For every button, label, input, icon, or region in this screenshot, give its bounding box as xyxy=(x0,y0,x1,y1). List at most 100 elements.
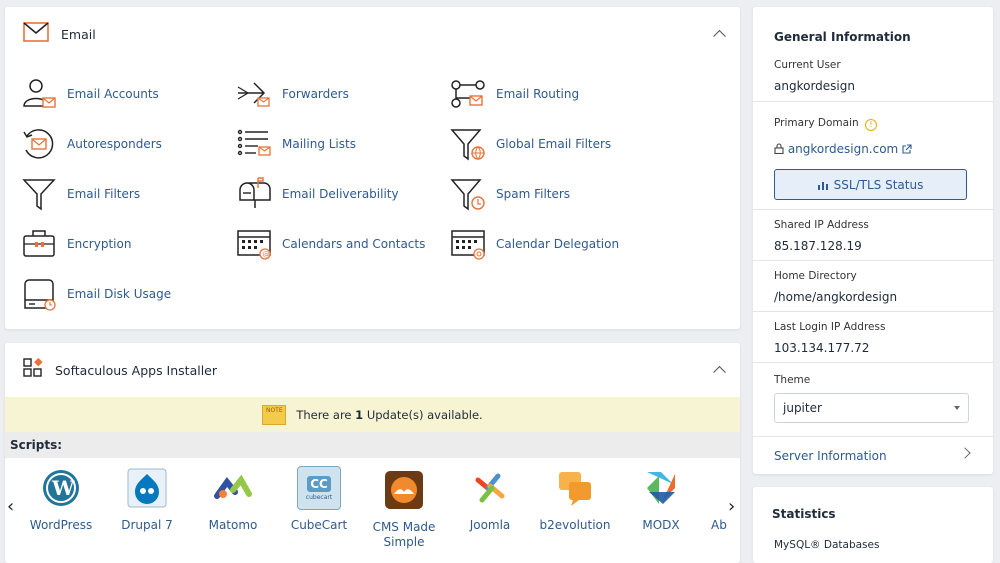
spam-filter-icon xyxy=(449,175,487,213)
app-name: Matomo xyxy=(208,518,258,532)
current-user-section: Current User angkordesign xyxy=(753,51,993,102)
autoresponders-link[interactable]: Autoresponders xyxy=(20,124,162,164)
current-user-label: Current User xyxy=(774,59,841,71)
primary-domain-label: Primary Domain xyxy=(774,117,859,129)
encryption-link[interactable]: Encryption xyxy=(20,224,131,264)
envelope-icon xyxy=(23,22,49,46)
disk-usage-icon xyxy=(20,275,58,313)
theme-select[interactable]: jupiter xyxy=(774,393,969,423)
app-cubecart[interactable]: CC cubecart CubeCart xyxy=(277,466,361,533)
email-filters-label: Email Filters xyxy=(67,187,141,201)
primary-domain-value: angkordesign.com xyxy=(787,142,899,156)
global-email-filters-link[interactable]: Global Email Filters xyxy=(449,124,611,164)
b2evolution-logo-icon xyxy=(553,466,597,510)
shared-ip-section: Shared IP Address 85.187.128.19 xyxy=(753,210,993,261)
notice-count: 1 xyxy=(355,407,364,422)
app-modx[interactable]: MODX xyxy=(619,466,703,533)
scripts-bar: Scripts: xyxy=(5,432,740,458)
email-accounts-icon xyxy=(20,75,58,113)
mailing-lists-icon xyxy=(235,125,273,163)
general-info-title: General Information xyxy=(774,30,911,44)
cubecart-badge: CC xyxy=(307,475,331,492)
svg-text:W: W xyxy=(51,476,75,500)
external-link-icon xyxy=(902,143,912,157)
email-routing-link[interactable]: Email Routing xyxy=(449,74,579,114)
email-deliverability-link[interactable]: Email Deliverability xyxy=(235,174,399,214)
chevron-up-icon[interactable] xyxy=(713,29,726,43)
wordpress-logo-icon: W xyxy=(39,466,83,510)
shared-ip-label: Shared IP Address xyxy=(774,219,869,231)
email-disk-usage-label: Email Disk Usage xyxy=(67,287,172,301)
app-name: MODX xyxy=(642,518,680,532)
matomo-logo-icon xyxy=(211,466,255,510)
warning-icon[interactable]: ! xyxy=(865,119,877,131)
forwarders-icon xyxy=(235,75,273,113)
email-filters-link[interactable]: Email Filters xyxy=(20,174,140,214)
app-joomla[interactable]: Joomla xyxy=(448,466,532,533)
theme-select-value: jupiter xyxy=(783,401,822,415)
app-partial[interactable]: Ab xyxy=(711,466,739,533)
updates-notice: NOTE There are 1 Update(s) available. xyxy=(5,397,740,432)
app-matomo[interactable]: Matomo xyxy=(191,466,275,533)
svg-text:@: @ xyxy=(263,251,270,259)
server-information-link[interactable]: Server Information xyxy=(753,437,993,474)
scripts-label: Scripts: xyxy=(10,438,63,452)
notice-suffix[interactable]: Update(s) available. xyxy=(363,408,483,422)
spam-filters-link[interactable]: Spam Filters xyxy=(449,174,570,214)
email-disk-usage-link[interactable]: Email Disk Usage xyxy=(20,274,171,314)
forwarders-link[interactable]: Forwarders xyxy=(235,74,349,114)
last-login-label: Last Login IP Address xyxy=(774,321,886,333)
bar-chart-icon xyxy=(817,180,828,190)
calendars-contacts-link[interactable]: @ Calendars and Contacts xyxy=(235,224,425,264)
softaculous-grid-icon xyxy=(23,357,43,382)
app-name: CubeCart xyxy=(290,518,348,532)
app-name: Ab xyxy=(711,518,727,532)
app-name: Drupal 7 xyxy=(121,518,173,532)
calendar-delegation-icon xyxy=(449,225,487,263)
home-directory-label: Home Directory xyxy=(774,270,857,282)
app-wordpress[interactable]: W WordPress xyxy=(19,466,103,533)
statistics-title: Statistics xyxy=(772,507,836,521)
app-b2evolution[interactable]: b2evolution xyxy=(533,466,617,533)
primary-domain-section: Primary Domain ! angkordesign.com SSL/TL… xyxy=(753,102,993,210)
spam-filters-label: Spam Filters xyxy=(496,187,571,201)
current-user-value: angkordesign xyxy=(774,79,855,93)
cubecart-logo-icon: CC cubecart xyxy=(297,466,341,510)
email-accounts-link[interactable]: Email Accounts xyxy=(20,74,159,114)
softaculous-panel-header[interactable]: Softaculous Apps Installer xyxy=(5,343,740,397)
general-info-header: General Information xyxy=(753,7,993,51)
cms-made-simple-logo-icon xyxy=(384,470,424,510)
chevron-up-icon[interactable] xyxy=(713,365,726,379)
statistics-panel: Statistics MySQL® Databases xyxy=(753,487,993,563)
global-filter-icon xyxy=(449,125,487,163)
mailing-lists-link[interactable]: Mailing Lists xyxy=(235,124,356,164)
primary-domain-link[interactable]: angkordesign.com xyxy=(774,142,993,157)
app-drupal[interactable]: Drupal 7 xyxy=(105,466,189,533)
theme-label: Theme xyxy=(774,374,811,386)
softaculous-panel-title: Softaculous Apps Installer xyxy=(55,362,218,378)
primary-domain-label-row: Primary Domain ! xyxy=(774,117,993,131)
autoresponders-label: Autoresponders xyxy=(67,137,162,151)
global-email-filters-label: Global Email Filters xyxy=(496,137,612,151)
app-name: WordPress xyxy=(29,518,93,532)
calendar-contacts-icon: @ xyxy=(235,225,273,263)
scroll-left-arrow[interactable]: ‹ xyxy=(7,496,14,517)
last-login-value: 103.134.177.72 xyxy=(774,341,870,355)
note-icon: NOTE xyxy=(262,404,287,425)
encryption-label: Encryption xyxy=(67,237,132,251)
joomla-logo-icon xyxy=(468,466,512,510)
email-panel-header[interactable]: Email xyxy=(5,7,740,61)
app-cms-made-simple[interactable]: CMS Made Simple xyxy=(362,470,446,550)
server-information-label: Server Information xyxy=(774,449,887,463)
modx-logo-icon xyxy=(639,466,683,510)
calendar-delegation-link[interactable]: Calendar Delegation xyxy=(449,224,619,264)
partial-logo-icon xyxy=(711,466,739,510)
filter-icon xyxy=(20,175,58,213)
home-directory-section: Home Directory /home/angkordesign xyxy=(753,261,993,312)
shared-ip-value: 85.187.128.19 xyxy=(774,239,862,253)
email-deliverability-label: Email Deliverability xyxy=(282,187,399,201)
email-accounts-label: Email Accounts xyxy=(67,87,159,101)
email-panel: Email Email Accounts Forwarders Email Ro… xyxy=(5,7,740,329)
ssl-tls-status-button[interactable]: SSL/TLS Status xyxy=(774,169,967,200)
last-login-section: Last Login IP Address 103.134.177.72 xyxy=(753,312,993,363)
